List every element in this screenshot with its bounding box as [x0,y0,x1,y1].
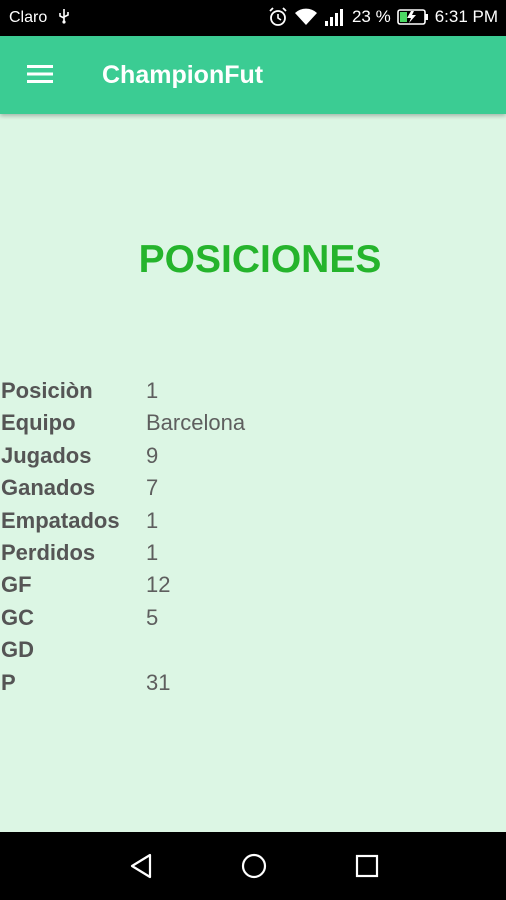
stat-label: GD [1,637,34,663]
recents-button[interactable] [351,850,383,882]
back-icon [126,853,158,886]
usb-icon [58,8,70,29]
signal-icon [324,7,346,27]
stat-value: 7 [146,475,159,501]
back-button[interactable] [126,850,158,882]
recents-icon [351,854,383,886]
battery-icon [396,8,429,26]
menu-button[interactable] [20,56,60,96]
stat-value: 1 [146,539,159,565]
stat-label: Perdidos [1,539,96,565]
stat-value: 31 [146,669,171,695]
app-bar: ChampionFut [0,36,506,114]
stat-label: Ganados [1,475,96,501]
app-title: ChampionFut [102,61,264,89]
home-button[interactable] [238,850,270,882]
stat-label: Empatados [1,507,120,533]
stat-label: GF [1,572,32,598]
status-bar: Claro 23 % 6:31 PM [0,0,506,36]
hamburger-menu-icon [26,63,54,90]
stat-label: Jugados [1,442,92,468]
stat-label: Posiciòn [1,378,93,403]
clock: 6:31 PM [434,7,498,26]
home-icon [238,853,270,886]
page-heading: POSICIONES [138,238,382,281]
stat-value: 1 [146,378,159,403]
stat-value: 1 [146,507,159,533]
stat-label: P [1,669,16,695]
battery-percent: 23 % [351,7,391,26]
stat-value: Barcelona [146,410,246,436]
navigation-bar [0,832,506,900]
wifi-icon [294,7,318,27]
carrier-name: Claro [9,9,48,26]
stat-label: GC [1,604,34,630]
alarm-icon [268,7,288,27]
stat-value: 9 [146,442,159,468]
stat-value: 5 [146,604,159,630]
stat-value: 12 [146,572,171,598]
stat-label: Equipo [1,410,76,436]
